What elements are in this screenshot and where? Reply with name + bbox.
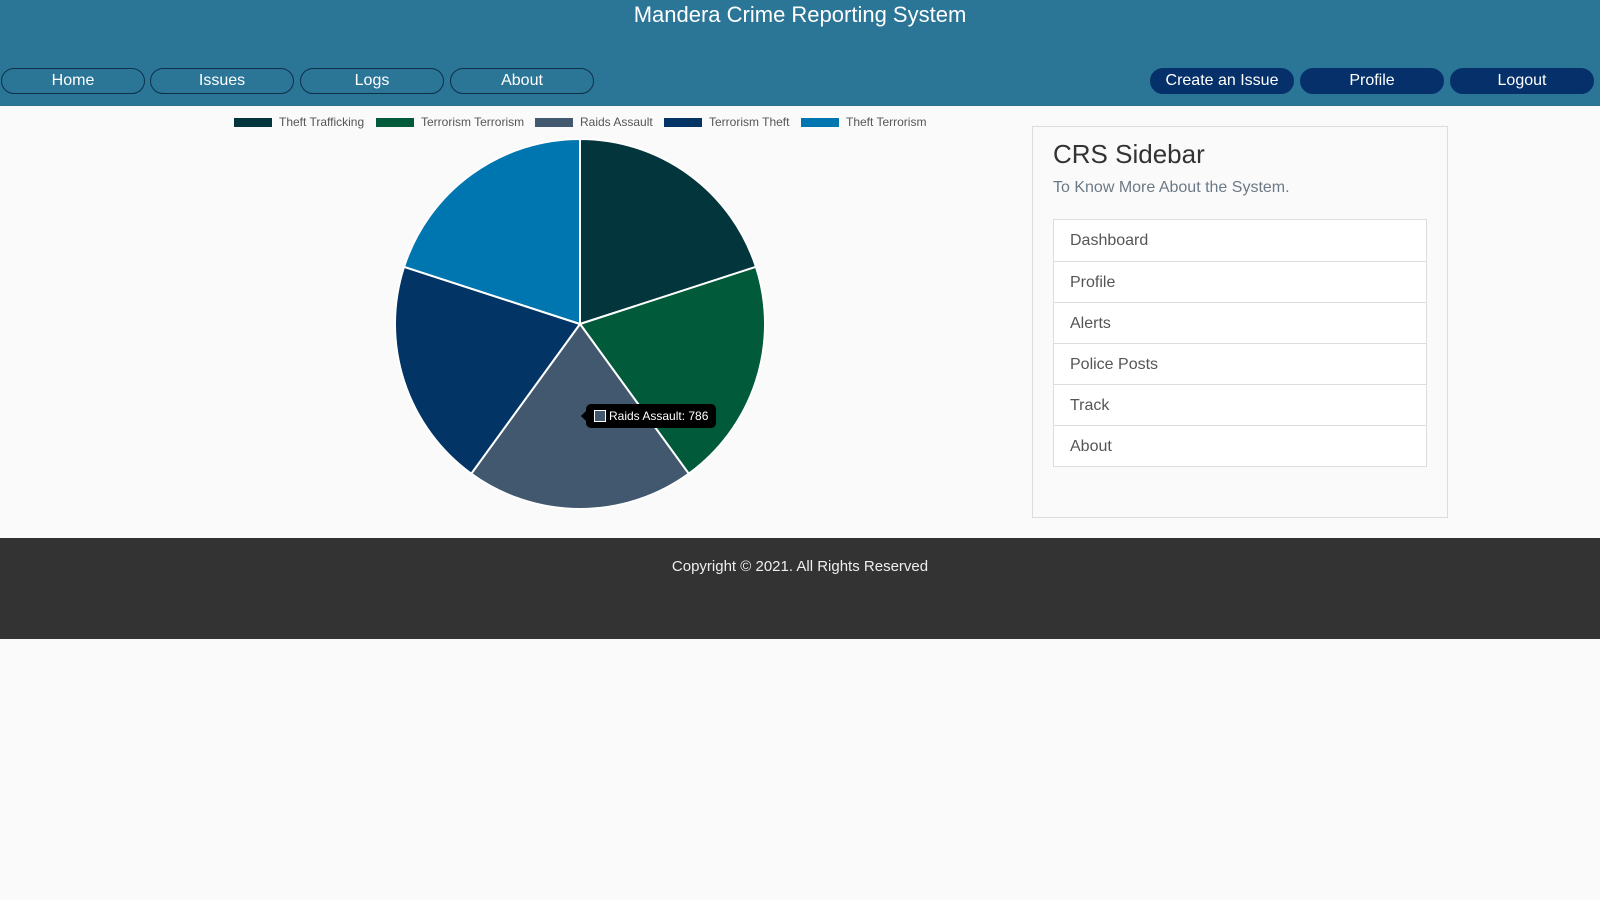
nav-about-button[interactable]: About <box>450 68 594 94</box>
pie-chart-svg <box>394 137 766 510</box>
crs-sidebar: CRS Sidebar To Know More About the Syste… <box>1032 126 1448 518</box>
logout-button[interactable]: Logout <box>1450 68 1594 94</box>
sidebar-item-profile[interactable]: Profile <box>1054 261 1426 302</box>
sidebar-title: CRS Sidebar <box>1053 139 1205 169</box>
create-issue-button[interactable]: Create an Issue <box>1150 68 1294 94</box>
sidebar-item-alerts[interactable]: Alerts <box>1054 302 1426 343</box>
page-footer: Copyright © 2021. All Rights Reserved <box>0 538 1600 639</box>
nav-issues-button[interactable]: Issues <box>150 68 294 94</box>
sidebar-list: Dashboard Profile Alerts Police Posts Tr… <box>1053 219 1427 467</box>
nav-home-button[interactable]: Home <box>1 68 145 94</box>
sidebar-subtitle: To Know More About the System. <box>1053 179 1290 196</box>
nav-logs-button[interactable]: Logs <box>300 68 444 94</box>
crime-pie-chart: Theft Trafficking Terrorism Terrorism Ra… <box>0 106 1000 538</box>
sidebar-item-dashboard[interactable]: Dashboard <box>1054 220 1426 261</box>
tooltip-text: Raids Assault: 786 <box>609 409 709 423</box>
sidebar-item-police-posts[interactable]: Police Posts <box>1054 343 1426 384</box>
sidebar-item-track[interactable]: Track <box>1054 384 1426 425</box>
chart-tooltip: Raids Assault: 786 <box>580 404 717 428</box>
tooltip-swatch <box>594 410 606 422</box>
site-title: Mandera Crime Reporting System <box>633 2 967 27</box>
copyright-text: Copyright © 2021. All Rights Reserved <box>671 558 929 575</box>
profile-button[interactable]: Profile <box>1300 68 1444 94</box>
sidebar-item-about[interactable]: About <box>1054 425 1426 466</box>
top-navbar: Mandera Crime Reporting System Home Issu… <box>0 0 1600 106</box>
